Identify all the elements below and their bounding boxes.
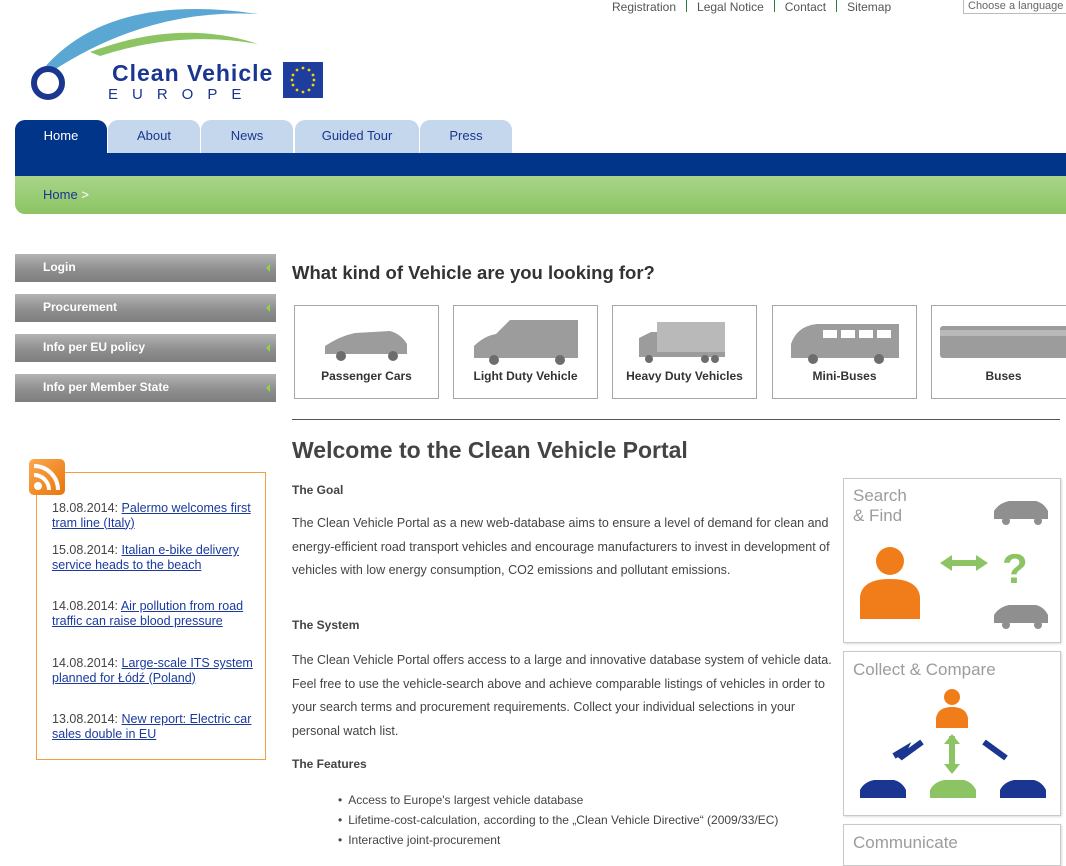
van-icon bbox=[474, 320, 578, 365]
vehicle-label: Buses bbox=[985, 369, 1022, 383]
side-nav-label: Procurement bbox=[43, 300, 118, 314]
side-nav-label: Info per EU policy bbox=[43, 340, 146, 354]
news-date: 14.08.2014: bbox=[52, 599, 119, 613]
side-nav-procurement[interactable]: Procurement bbox=[15, 294, 276, 322]
feature-item: Interactive joint-procurement bbox=[338, 830, 778, 850]
vehicle-card-buses[interactable]: Buses bbox=[931, 305, 1066, 399]
logo[interactable]: Clean Vehicle EUROPE bbox=[30, 0, 330, 110]
vehicle-card-light-duty[interactable]: Light Duty Vehicle bbox=[453, 305, 598, 399]
contact-link[interactable]: Contact bbox=[785, 0, 826, 14]
logo-name: Clean Vehicle bbox=[112, 60, 274, 86]
news-item: 14.08.2014: Large-scale ITS system plann… bbox=[52, 656, 258, 685]
divider bbox=[292, 419, 1060, 420]
top-links: Registration Legal Notice Contact Sitemap bbox=[612, 0, 891, 14]
features-heading: The Features bbox=[292, 757, 367, 771]
arrow-icon bbox=[266, 264, 270, 272]
breadcrumb-bar: Home > bbox=[15, 176, 1066, 214]
vehicle-label: Mini-Buses bbox=[812, 369, 877, 383]
collect-compare-illustration bbox=[860, 689, 1046, 798]
divider bbox=[686, 0, 688, 12]
divider bbox=[773, 0, 775, 12]
search-find-illustration: ? bbox=[860, 501, 1048, 629]
news-date: 18.08.2014: bbox=[52, 501, 119, 515]
nav-bar bbox=[15, 153, 1066, 176]
sitemap-link[interactable]: Sitemap bbox=[847, 0, 891, 14]
news-item: 13.08.2014: New report: Electric car sal… bbox=[52, 712, 258, 741]
bus-icon bbox=[940, 326, 1066, 358]
panel-title: Communicate bbox=[853, 833, 958, 852]
page-title: Welcome to the Clean Vehicle Portal bbox=[292, 437, 688, 463]
side-nav-eu-policy[interactable]: Info per EU policy bbox=[15, 334, 276, 362]
tab-about[interactable]: About bbox=[108, 120, 200, 154]
side-nav-member-state[interactable]: Info per Member State bbox=[15, 374, 276, 402]
news-item: 18.08.2014: Palermo welcomes first tram … bbox=[52, 501, 258, 530]
tab-press[interactable]: Press bbox=[420, 120, 512, 154]
arrow-icon bbox=[266, 304, 270, 312]
news-item: 14.08.2014: Air pollution from road traf… bbox=[52, 599, 258, 628]
search-find-panel[interactable]: Search & Find ? bbox=[843, 478, 1061, 643]
breadcrumb: Home > bbox=[43, 187, 89, 202]
goal-heading: The Goal bbox=[292, 483, 344, 497]
legal-notice-link[interactable]: Legal Notice bbox=[697, 0, 764, 14]
news-date: 15.08.2014: bbox=[52, 543, 119, 557]
news-box: 18.08.2014: Palermo welcomes first tram … bbox=[36, 472, 266, 760]
vehicle-card-mini-buses[interactable]: Mini-Buses bbox=[772, 305, 917, 399]
feature-item: Access to Europe's largest vehicle datab… bbox=[338, 790, 778, 810]
registration-link[interactable]: Registration bbox=[612, 0, 676, 14]
news-date: 14.08.2014: bbox=[52, 656, 119, 670]
side-nav-login[interactable]: Login bbox=[15, 254, 276, 282]
side-nav-label: Login bbox=[43, 260, 76, 274]
arrow-icon bbox=[266, 344, 270, 352]
vehicle-label: Passenger Cars bbox=[321, 369, 412, 383]
divider bbox=[836, 0, 838, 12]
tab-news[interactable]: News bbox=[201, 120, 293, 154]
vehicle-label: Heavy Duty Vehicles bbox=[626, 369, 743, 383]
tab-home[interactable]: Home bbox=[15, 120, 107, 154]
collect-compare-panel[interactable]: Collect & Compare bbox=[843, 651, 1061, 816]
rss-icon[interactable] bbox=[29, 459, 65, 495]
system-heading: The System bbox=[292, 618, 360, 632]
vehicle-card-passenger-cars[interactable]: Passenger Cars bbox=[294, 305, 439, 399]
side-nav-label: Info per Member State bbox=[43, 380, 170, 394]
goal-text: The Clean Vehicle Portal as a new web-da… bbox=[292, 516, 830, 577]
arrow-icon bbox=[266, 384, 270, 392]
vehicle-card-heavy-duty[interactable]: Heavy Duty Vehicles bbox=[612, 305, 757, 399]
features-list: Access to Europe's largest vehicle datab… bbox=[338, 790, 778, 850]
news-item: 15.08.2014: Italian e-bike delivery serv… bbox=[52, 543, 258, 572]
vehicle-label: Light Duty Vehicle bbox=[473, 369, 578, 383]
svg-text:?: ? bbox=[1002, 545, 1028, 592]
news-date: 13.08.2014: bbox=[52, 712, 119, 726]
language-select[interactable]: Choose a language bbox=[963, 0, 1066, 14]
breadcrumb-separator: > bbox=[81, 187, 89, 202]
truck-icon bbox=[639, 322, 725, 363]
vehicle-question: What kind of Vehicle are you looking for… bbox=[292, 262, 655, 283]
system-text: The Clean Vehicle Portal offers access t… bbox=[292, 653, 832, 738]
communicate-panel[interactable]: Communicate bbox=[843, 824, 1061, 866]
tab-guided-tour[interactable]: Guided Tour bbox=[295, 120, 419, 154]
feature-item: Lifetime-cost-calculation, according to … bbox=[338, 810, 778, 830]
breadcrumb-home[interactable]: Home bbox=[43, 187, 78, 202]
logo-subtitle: EUROPE bbox=[108, 86, 256, 103]
car-icon bbox=[325, 331, 407, 361]
minibus-icon bbox=[791, 324, 899, 364]
